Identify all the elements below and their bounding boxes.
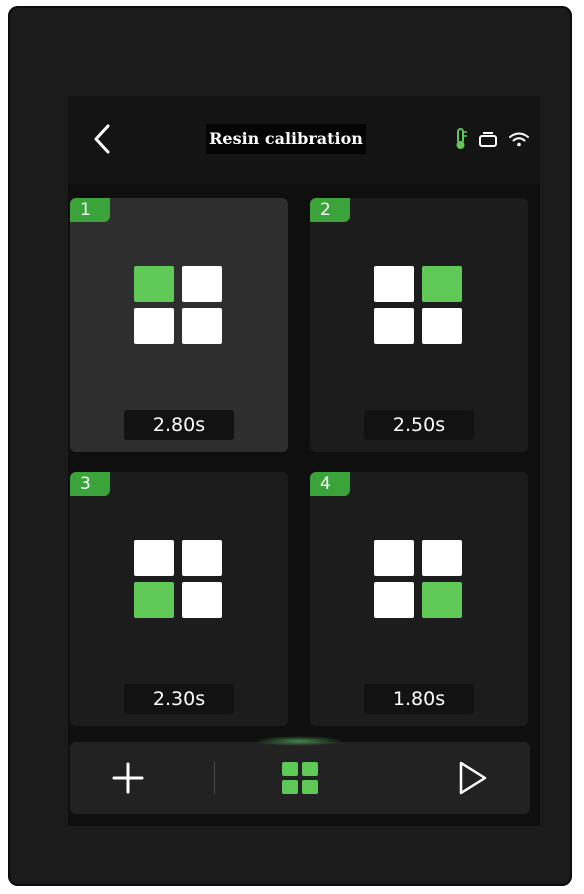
top-bar: Resin calibration [68, 96, 540, 184]
pattern-cell [134, 582, 174, 618]
pattern-cell [134, 540, 174, 576]
pattern-cell [182, 266, 222, 302]
device-frame: Resin calibration 1 2.80s 2 2.50s 3 2.30… [8, 6, 572, 886]
calibration-tile-2[interactable]: 2 2.50s [310, 198, 528, 452]
exposure-time[interactable]: 1.80s [364, 684, 474, 714]
active-indicator-glow [254, 736, 344, 746]
exposure-time[interactable]: 2.30s [124, 684, 234, 714]
tile-number-badge: 3 [70, 472, 110, 496]
play-button[interactable] [450, 756, 494, 800]
calibration-tile-1[interactable]: 1 2.80s [70, 198, 288, 452]
pattern-cell [422, 582, 462, 618]
pattern-cell [374, 582, 414, 618]
pattern-grid-icon [134, 266, 224, 346]
calibration-tile-3[interactable]: 3 2.30s [70, 472, 288, 726]
pattern-cell [182, 308, 222, 344]
grid-view-button[interactable] [278, 756, 322, 800]
pattern-cell [182, 540, 222, 576]
tile-number-badge: 1 [70, 198, 110, 222]
calibration-tile-4[interactable]: 4 1.80s [310, 472, 528, 726]
bottom-toolbar [70, 736, 530, 814]
pattern-cell [134, 266, 174, 302]
page-title: Resin calibration [206, 124, 366, 154]
pattern-grid-icon [374, 266, 464, 346]
tile-number-badge: 2 [310, 198, 350, 222]
pattern-cell [422, 266, 462, 302]
wifi-icon [508, 131, 530, 147]
add-icon [112, 762, 144, 794]
pattern-cell [374, 266, 414, 302]
pattern-cell [422, 308, 462, 344]
play-icon [459, 761, 487, 795]
thermometer-icon [454, 128, 468, 150]
pattern-cell [374, 308, 414, 344]
add-button[interactable] [106, 756, 150, 800]
tile-number-badge: 4 [310, 472, 350, 496]
toolbar-divider [214, 762, 215, 794]
pattern-cell [134, 308, 174, 344]
pattern-cell [182, 582, 222, 618]
pattern-grid-icon [134, 540, 224, 620]
touch-screen: Resin calibration 1 2.80s 2 2.50s 3 2.30… [68, 96, 540, 826]
pattern-cell [422, 540, 462, 576]
status-icons [454, 126, 530, 152]
pattern-cell [374, 540, 414, 576]
back-button[interactable] [88, 122, 118, 156]
grid-icon [282, 762, 318, 794]
exposure-time[interactable]: 2.80s [124, 410, 234, 440]
printer-icon [478, 131, 498, 147]
pattern-grid-icon [374, 540, 464, 620]
chevron-left-icon [94, 124, 110, 154]
exposure-time[interactable]: 2.50s [364, 410, 474, 440]
